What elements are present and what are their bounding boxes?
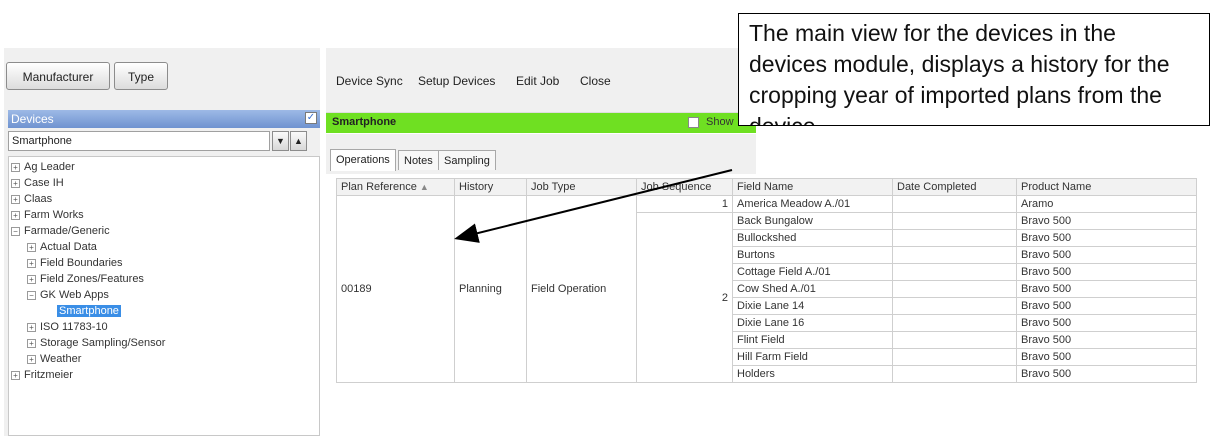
annotation-callout: The main view for the devices in the dev… (738, 13, 1210, 126)
callout-text: The main view for the devices in the dev… (749, 20, 1170, 126)
